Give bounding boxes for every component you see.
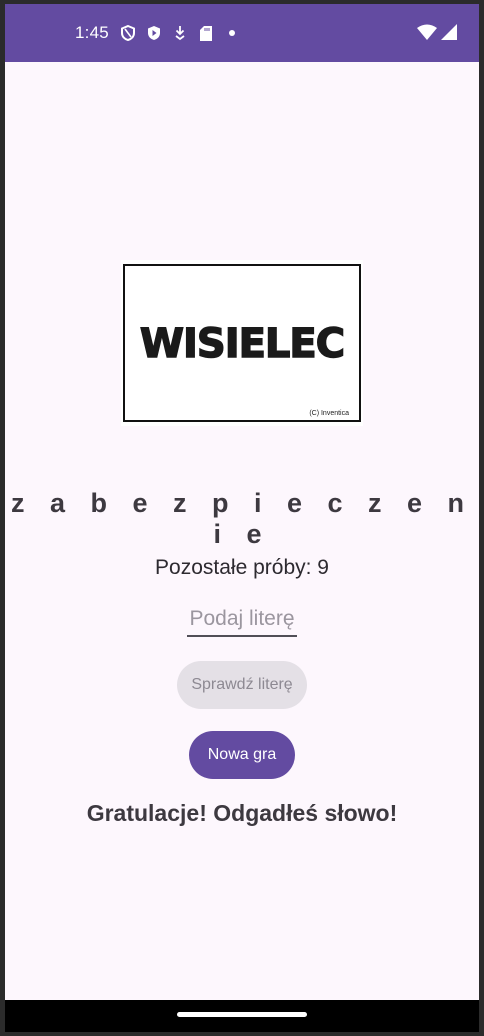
dot-icon (223, 24, 241, 42)
gesture-handle[interactable] (177, 1012, 307, 1017)
logo-title: WISIELEC (140, 321, 344, 367)
app-screen: 1:45 WISIELEC (C) Inventica z a b e z p … (5, 4, 479, 1032)
status-bar: 1:45 (5, 4, 479, 62)
wifi-icon (417, 24, 437, 45)
navigation-bar (5, 1000, 479, 1032)
new-game-button[interactable]: Nowa gra (189, 731, 295, 779)
status-icons-right (417, 24, 457, 45)
check-letter-button[interactable]: Sprawdź literę (177, 661, 307, 709)
shield-outline-icon (119, 24, 137, 42)
play-shield-icon (145, 24, 163, 42)
download-icon (171, 24, 189, 42)
logo-credit: (C) Inventica (309, 410, 349, 417)
wisielec-logo: WISIELEC (C) Inventica (121, 260, 363, 426)
game-content: WISIELEC (C) Inventica z a b e z p i e c… (5, 62, 479, 1000)
result-message: Gratulacje! Odgadłeś słowo! (86, 800, 398, 826)
remaining-attempts: Pozostałe próby: 9 (155, 556, 329, 579)
sd-card-icon (197, 24, 215, 42)
status-icons-left (119, 24, 241, 42)
hidden-word: z a b e z p i e c z e n i e (10, 488, 474, 549)
cellular-icon (441, 24, 457, 45)
letter-input[interactable] (187, 603, 297, 637)
status-time: 1:45 (75, 23, 109, 42)
